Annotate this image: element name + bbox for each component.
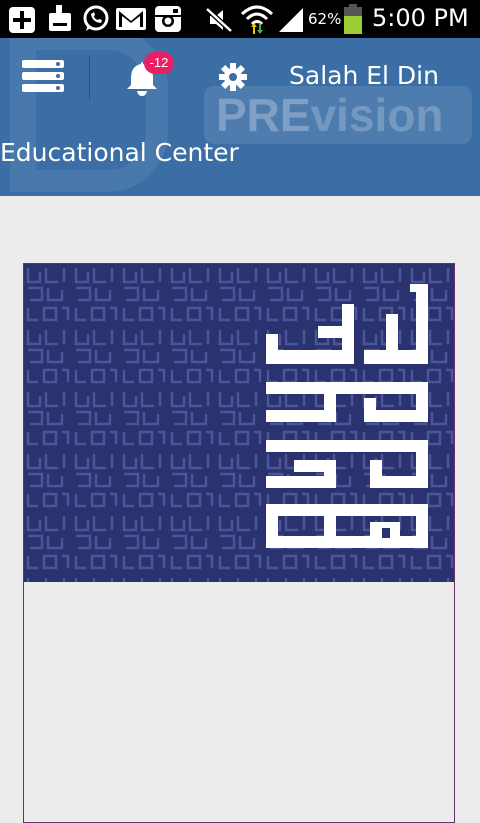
menu-button[interactable] xyxy=(22,60,66,94)
app-header: PREvision -12 Salah El Din Educational C… xyxy=(0,38,480,196)
arabic-calligraphy-image xyxy=(24,264,454,582)
banner-image[interactable] xyxy=(24,264,454,582)
user-name[interactable]: Salah El Din xyxy=(289,61,439,90)
clock: 5:00 PM xyxy=(372,4,469,32)
watermark-logo: PREvision xyxy=(204,86,472,144)
battery-percentage: 62% xyxy=(308,10,342,28)
whatsapp-icon xyxy=(83,5,109,31)
battery-icon xyxy=(344,4,362,34)
instagram-icon xyxy=(155,6,181,32)
cleaner-icon xyxy=(49,5,71,31)
notification-badge: -12 xyxy=(144,52,174,74)
add-icon xyxy=(9,7,35,33)
page-subtitle: Educational Center xyxy=(0,138,239,167)
mute-icon xyxy=(205,7,233,33)
settings-gear-icon[interactable] xyxy=(218,62,248,92)
status-bar: 62% 5:00 PM xyxy=(0,0,480,38)
wifi-icon xyxy=(240,5,274,34)
header-divider xyxy=(89,56,90,100)
signal-icon xyxy=(279,8,303,32)
content-card xyxy=(23,263,455,823)
gmail-icon xyxy=(116,8,146,30)
